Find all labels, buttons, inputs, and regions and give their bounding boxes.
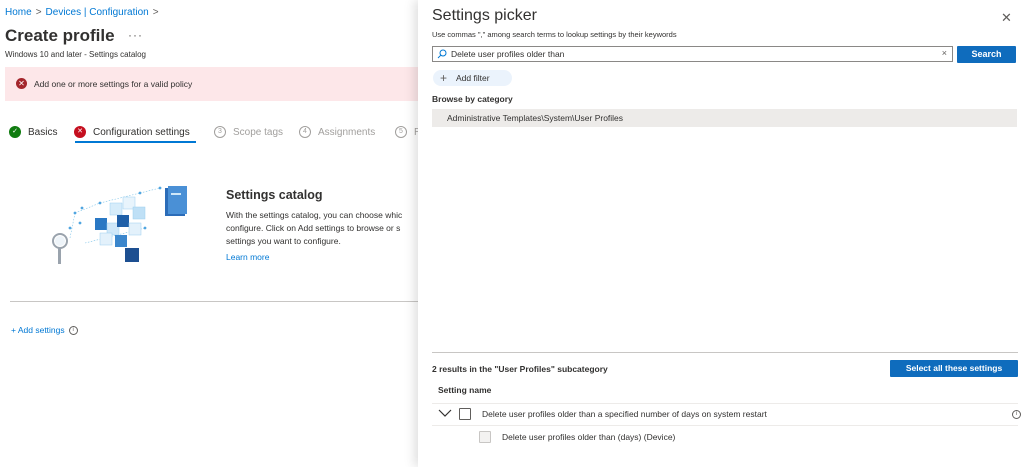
- breadcrumb-home[interactable]: Home: [5, 7, 32, 18]
- category-item[interactable]: Administrative Templates\System\User Pro…: [432, 109, 1017, 127]
- tab-basics[interactable]: ✓ Basics: [9, 122, 57, 142]
- step-label: Scope tags: [233, 126, 284, 138]
- setting-name: Delete user profiles older than (days) (…: [502, 432, 676, 442]
- info-icon[interactable]: i: [68, 325, 78, 335]
- create-profile-blade: Home > Devices | Configuration > Create pro…: [0, 0, 430, 467]
- step-number-icon: 4: [299, 126, 311, 138]
- error-message: Add one or more settings for a valid pol…: [34, 79, 193, 89]
- step-label: Configuration settings: [93, 126, 190, 138]
- error-circle-icon: ✕: [16, 78, 27, 89]
- close-icon[interactable]: ✕: [1001, 10, 1012, 26]
- category-label: Administrative Templates\System\User Pro…: [447, 113, 624, 123]
- search-icon: [437, 49, 447, 59]
- more-options-icon[interactable]: ···: [128, 28, 143, 42]
- select-all-button[interactable]: Select all these settings: [890, 360, 1018, 377]
- results-count-label: 2 results in the "User Profiles" subcate…: [432, 364, 608, 374]
- checkmark-icon: ✓: [9, 126, 21, 138]
- divider: [432, 352, 1018, 353]
- breadcrumb-separator: >: [35, 7, 42, 18]
- page-title: Create profile: [5, 26, 115, 45]
- add-settings-link[interactable]: + Add settings i: [11, 325, 78, 335]
- step-label: Basics: [28, 126, 58, 138]
- add-filter-label: Add filter: [456, 73, 490, 83]
- error-icon: ✕: [74, 126, 86, 138]
- clear-icon[interactable]: ×: [942, 48, 947, 58]
- add-settings-label: + Add settings: [11, 325, 65, 335]
- breadcrumb: Home > Devices | Configuration >: [5, 7, 163, 18]
- error-banner: ✕ Add one or more settings for a valid p…: [5, 67, 430, 101]
- breadcrumb-devices-configuration[interactable]: Devices | Configuration: [46, 7, 149, 18]
- panel-title: Settings picker: [432, 7, 537, 24]
- setting-checkbox[interactable]: [479, 431, 491, 443]
- search-button[interactable]: Search: [957, 46, 1016, 63]
- tab-configuration-settings[interactable]: ✕ Configuration settings: [74, 122, 190, 142]
- plus-icon: +: [440, 71, 448, 85]
- tab-assignments[interactable]: 4 Assignments: [299, 122, 375, 142]
- breadcrumb-separator: >: [152, 7, 159, 18]
- chevron-down-icon[interactable]: [438, 408, 452, 418]
- table-row: Delete user profiles older than a specif…: [432, 404, 1021, 426]
- search-input[interactable]: Delete user profiles older than ×: [432, 46, 953, 62]
- step-number-icon: 5: [395, 126, 407, 138]
- search-value: Delete user profiles older than: [451, 49, 565, 59]
- add-filter-button[interactable]: + Add filter: [433, 70, 512, 86]
- table-row: Delete user profiles older than (days) (…: [432, 427, 1018, 449]
- divider: [10, 301, 420, 302]
- active-tab-indicator: [75, 141, 196, 143]
- column-header-setting-name[interactable]: Setting name: [438, 385, 491, 395]
- page-subtitle: Windows 10 and later - Settings catalog: [5, 50, 146, 59]
- setting-name: Delete user profiles older than a specif…: [482, 409, 767, 419]
- settings-catalog-title: Settings catalog: [226, 188, 323, 202]
- setting-checkbox[interactable]: [459, 408, 471, 420]
- settings-catalog-illustration: [52, 186, 187, 264]
- settings-catalog-description: With the settings catalog, you can choos…: [226, 210, 403, 246]
- search-hint: Use commas "," among search terms to loo…: [432, 30, 677, 39]
- learn-more-link[interactable]: Learn more: [226, 252, 269, 262]
- step-label: Assignments: [318, 126, 376, 138]
- tab-scope-tags[interactable]: 3 Scope tags: [214, 122, 283, 142]
- settings-picker-panel: Settings picker ✕ Use commas "," among s…: [418, 0, 1024, 467]
- step-number-icon: 3: [214, 126, 226, 138]
- browse-by-category-label: Browse by category: [432, 94, 513, 104]
- info-icon[interactable]: i: [1012, 410, 1021, 419]
